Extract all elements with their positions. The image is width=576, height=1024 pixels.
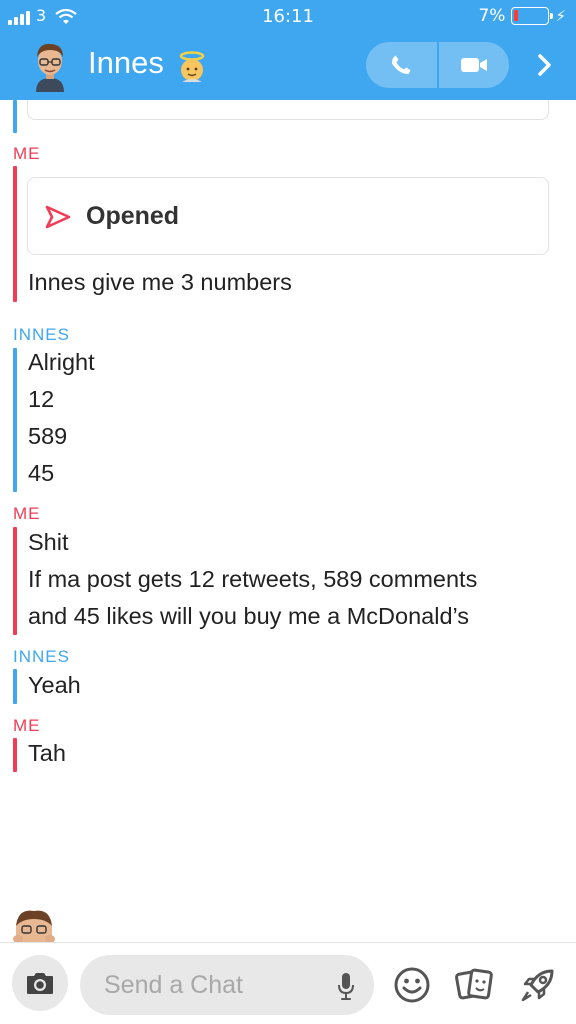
battery-percent: 7% <box>478 6 506 26</box>
sender-label-me: ME <box>13 716 41 735</box>
contact-bitmoji-avatar[interactable] <box>30 40 70 92</box>
sender-bar-me <box>13 166 17 302</box>
chevron-right-icon <box>538 54 551 76</box>
sender-label-innes: INNES <box>13 647 70 666</box>
charging-bolt-icon: ⚡︎ <box>555 7 566 25</box>
chevron-right-button[interactable] <box>532 50 558 80</box>
opened-status-label: Opened <box>86 202 180 230</box>
rocket-icon <box>521 969 554 1002</box>
sender-bar-innes <box>13 348 17 492</box>
opened-arrow-icon <box>45 205 71 229</box>
message-text: 12 <box>28 386 55 412</box>
message-text: 45 <box>28 460 55 486</box>
video-camera-icon <box>460 58 487 72</box>
angel-emoji-icon <box>179 51 205 82</box>
smiley-icon <box>394 967 430 1003</box>
sender-label-me: ME <box>13 144 41 163</box>
message-text: 589 <box>28 423 68 449</box>
opened-snap-card[interactable]: Opened <box>27 177 549 255</box>
chat-messages[interactable]: ME Opened Innes give me 3 numbers INNES … <box>0 100 576 942</box>
chat-composer-bar: Send a Chat <box>0 942 576 1024</box>
call-button-group <box>366 42 509 88</box>
stickers-button[interactable] <box>454 965 494 1005</box>
microphone-icon[interactable] <box>336 971 356 1001</box>
video-call-button[interactable] <box>439 42 510 88</box>
message-text: Alright <box>28 349 95 375</box>
sender-label-me: ME <box>13 504 41 523</box>
message-text: and 45 likes will you buy me a McDonald’… <box>28 603 470 629</box>
games-rocket-button[interactable] <box>518 965 558 1005</box>
message-text: If ma post gets 12 retweets, 589 comment… <box>28 566 478 592</box>
send-chat-placeholder: Send a Chat <box>104 971 243 999</box>
peeking-bitmoji-avatar <box>13 910 55 943</box>
status-bar: 3 16:11 7% ⚡︎ <box>0 0 576 34</box>
sender-bar-innes <box>13 669 17 704</box>
voice-call-button[interactable] <box>366 42 437 88</box>
camera-icon <box>27 973 53 994</box>
message-text: Innes give me 3 numbers <box>28 269 292 295</box>
chat-header: 3 16:11 7% ⚡︎ Innes <box>0 0 576 100</box>
battery-icon <box>511 7 554 25</box>
sender-bar-me <box>13 527 17 635</box>
sender-label-innes: INNES <box>13 325 70 344</box>
camera-button[interactable] <box>12 955 68 1011</box>
emoji-button[interactable] <box>392 965 432 1005</box>
message-text: Shit <box>28 529 69 555</box>
message-text: Tah <box>28 740 66 766</box>
message-text: Yeah <box>28 672 81 698</box>
send-chat-input[interactable]: Send a Chat <box>80 955 374 1015</box>
sender-bar <box>13 100 17 133</box>
stickers-icon <box>455 968 493 1000</box>
previous-snap-card[interactable] <box>27 100 549 120</box>
sender-bar-me <box>13 738 17 772</box>
contact-name[interactable]: Innes <box>88 45 164 81</box>
phone-icon <box>392 55 411 75</box>
